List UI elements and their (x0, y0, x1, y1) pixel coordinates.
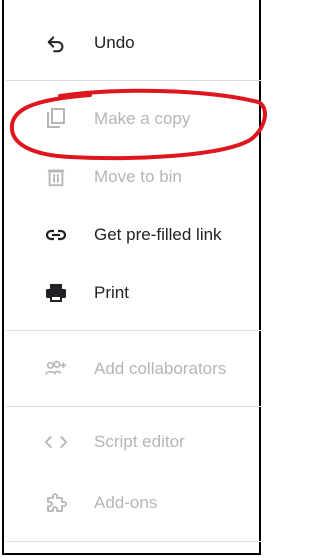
menu-label-undo: Undo (94, 33, 135, 52)
print-icon (44, 281, 68, 305)
undo-icon (44, 31, 68, 55)
divider (6, 330, 261, 331)
menu-item-print[interactable]: Print (6, 264, 261, 322)
link-icon (44, 223, 68, 247)
menu-item-add-collaborators[interactable]: Add collaborators (6, 340, 261, 398)
menu-panel: Undo Make a copy Move to bin Get pre-fil… (2, 0, 261, 555)
menu-item-script-editor[interactable]: Script editor (6, 413, 261, 471)
menu-label-print: Print (94, 283, 129, 302)
menu-item-make-copy[interactable]: Make a copy (6, 90, 261, 148)
menu-label-move-to-bin: Move to bin (94, 167, 182, 186)
menu-label-prefilled-link: Get pre-filled link (94, 225, 222, 244)
menu-item-add-ons[interactable]: Add-ons (6, 474, 261, 532)
menu-label-make-copy: Make a copy (94, 109, 191, 128)
menu-item-undo[interactable]: Undo (6, 14, 261, 72)
menu-label-script-editor: Script editor (94, 432, 185, 451)
divider (6, 80, 261, 81)
menu-label-add-ons: Add-ons (94, 493, 158, 512)
menu-item-move-to-bin[interactable]: Move to bin (6, 148, 261, 206)
trash-icon (44, 165, 68, 189)
divider (6, 406, 261, 407)
add-people-icon (44, 357, 68, 381)
copy-icon (44, 107, 68, 131)
menu-item-prefilled-link[interactable]: Get pre-filled link (6, 206, 261, 264)
puzzle-icon (44, 491, 68, 515)
menu-label-add-collaborators: Add collaborators (94, 359, 227, 378)
code-icon (44, 430, 68, 454)
divider (6, 541, 261, 542)
